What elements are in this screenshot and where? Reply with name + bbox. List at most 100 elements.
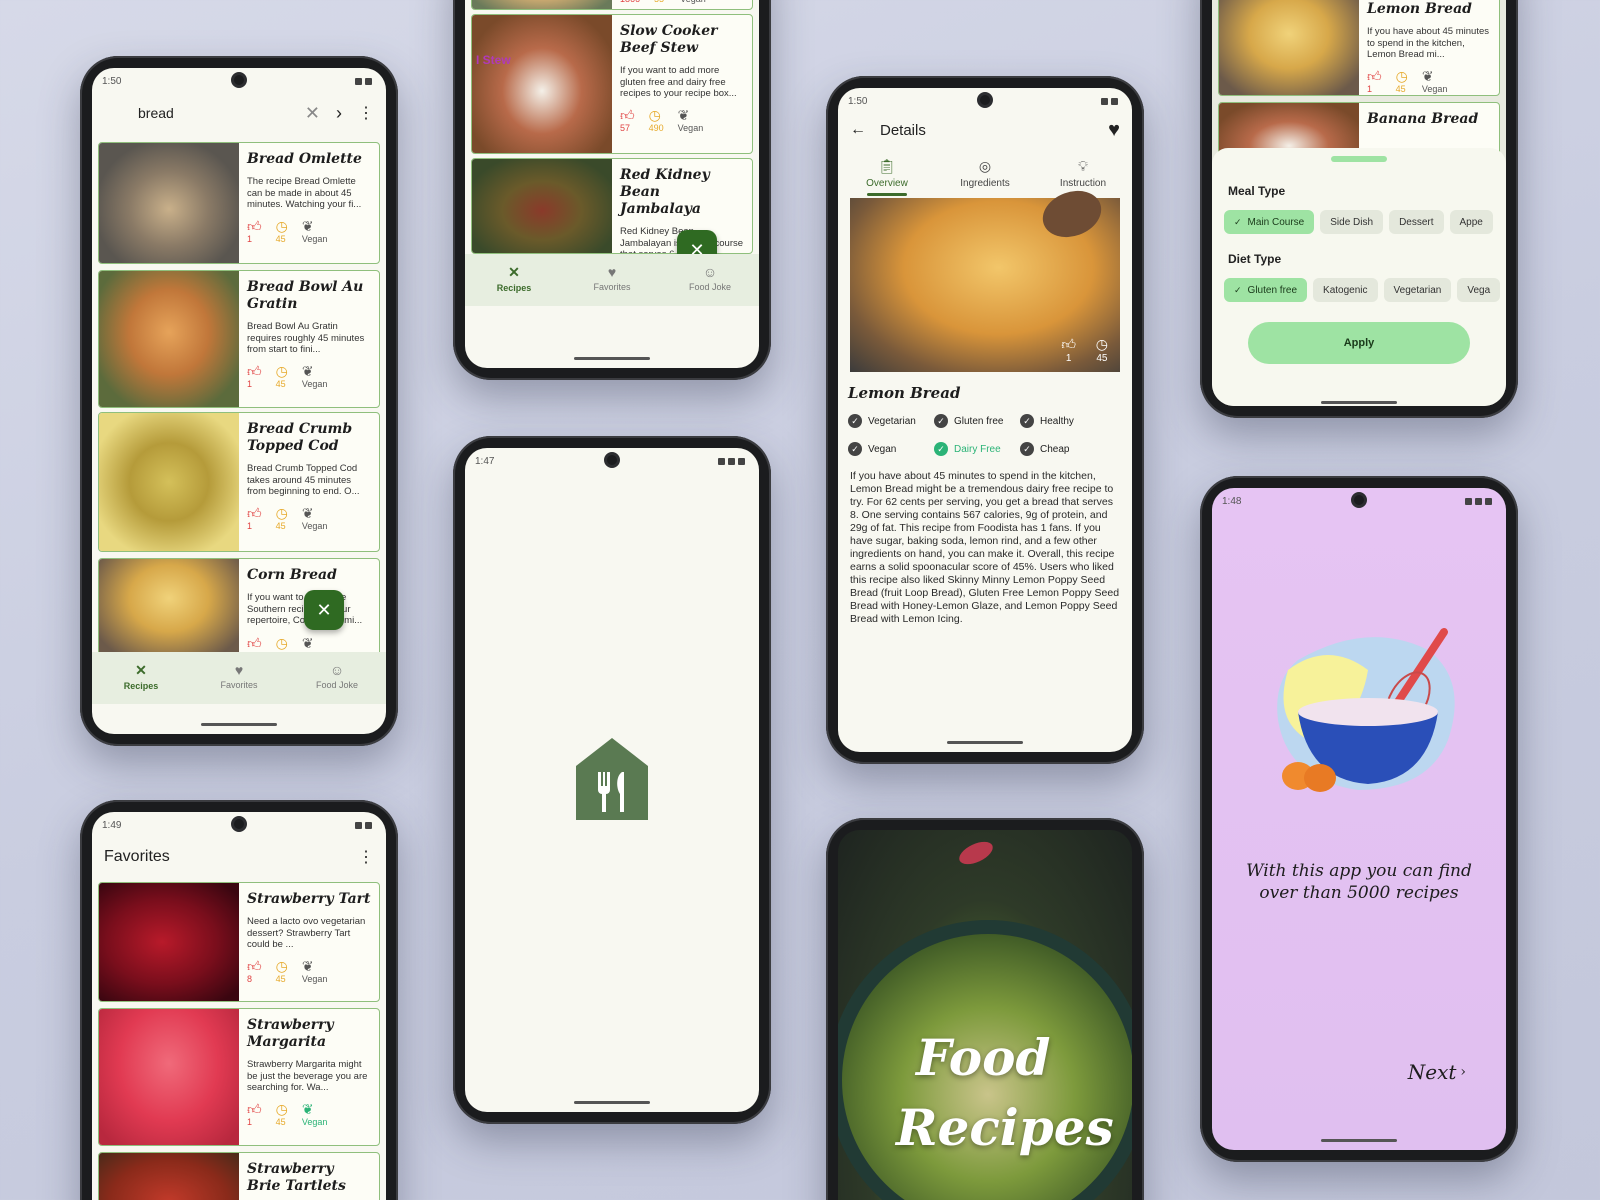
filter-screen: Lemon Bread If you have about 45 minutes … bbox=[1212, 0, 1506, 406]
utensils-icon: ✕ bbox=[508, 264, 520, 280]
next-button[interactable]: Next › bbox=[1408, 1060, 1466, 1084]
diet-tag: ✓ Gluten free bbox=[934, 414, 1020, 428]
recipe-summary: If you have about 45 minutes to spend in… bbox=[850, 470, 1120, 625]
more-vert-icon[interactable]: ⋮ bbox=[358, 103, 374, 123]
bottom-nav: ✕ Recipes ♥ Favorites ☺ Food Joke bbox=[92, 652, 386, 704]
heart-icon: ♥ bbox=[234, 662, 244, 678]
recipe-title: Bread Crumb Topped Cod bbox=[247, 421, 353, 454]
phone-search: 1:50 bread ✕ › ⋮ Bread Omlette The recipe… bbox=[80, 56, 398, 746]
gesture-bar bbox=[201, 723, 277, 726]
recipe-card[interactable]: Bread Bowl Au Gratin Bread Bowl Au Gratin… bbox=[98, 270, 380, 408]
app-logo-icon bbox=[576, 738, 648, 820]
check-circle-icon: ✓ bbox=[934, 414, 948, 428]
recipe-card[interactable]: Lemon Bread If you have about 45 minutes … bbox=[1218, 0, 1500, 96]
clock-icon: ◷ bbox=[275, 504, 288, 521]
diet-type-chips: ✓ Gluten free Katogenic Vegetarian Vega bbox=[1224, 278, 1506, 302]
filter-chip[interactable]: Vega bbox=[1457, 278, 1501, 302]
recipe-image bbox=[99, 883, 239, 1001]
time-stat: ◷ 45 bbox=[275, 217, 288, 244]
recipe-card[interactable]: I Stew Slow Cooker Beef Stew If you want t… bbox=[471, 14, 753, 154]
chevron-right-icon[interactable]: › bbox=[336, 103, 342, 124]
filter-chip[interactable]: ✓ Main Course bbox=[1224, 210, 1315, 234]
recipe-title: Lemon Bread bbox=[1367, 1, 1472, 17]
camera-cutout bbox=[1351, 492, 1367, 508]
recipe-image bbox=[472, 159, 612, 253]
filter-bottom-sheet: Meal Type ✓ Main Course Side Dish Dessert Ap… bbox=[1212, 148, 1506, 406]
time-stat: ◷ 45 bbox=[275, 957, 288, 984]
camera-cutout bbox=[231, 816, 247, 832]
search-input[interactable]: bread bbox=[138, 105, 289, 121]
likes-stat: 👍︎ 1 bbox=[1367, 67, 1382, 94]
leaf-icon: ❦ bbox=[301, 504, 314, 521]
filter-chip[interactable]: Side Dish bbox=[1320, 210, 1384, 234]
vegan-stat: ❦Vegan bbox=[301, 957, 328, 984]
recipe-description: Strawberry Margarita might be just the b… bbox=[247, 1059, 368, 1093]
recipe-title: Strawberry Tart bbox=[247, 891, 371, 907]
diet-tag: ✓ Vegetarian bbox=[848, 414, 934, 428]
like-icon: 👍︎ bbox=[247, 504, 262, 521]
likes-stat: 👍︎ 1 bbox=[247, 504, 262, 531]
filter-chip[interactable]: ✓ Gluten free bbox=[1224, 278, 1308, 302]
recipe-card[interactable]: Strawberry Margarita Strawberry Margarita… bbox=[98, 1008, 380, 1146]
recipe-card[interactable]: Strawberry Tart Need a lacto ovo vegetari… bbox=[98, 882, 380, 1002]
recipe-description: Bread Crumb Topped Cod takes around 45 m… bbox=[247, 463, 360, 497]
recipe-title: Lemon Bread bbox=[848, 384, 961, 402]
recipe-card[interactable]: Strawberry Brie Tartlets👍︎◷❦ bbox=[98, 1152, 380, 1200]
nav-food-joke[interactable]: ☺ Food Joke bbox=[661, 254, 759, 306]
gesture-bar bbox=[947, 741, 1023, 744]
search-screen: 1:50 bread ✕ › ⋮ Bread Omlette The recipe… bbox=[92, 68, 386, 734]
filter-chip[interactable]: Katogenic bbox=[1313, 278, 1378, 302]
recipe-title: Slow Cooker Beef Stew bbox=[620, 23, 718, 56]
gesture-bar bbox=[1321, 401, 1397, 404]
recipes-fab[interactable]: ✕ bbox=[304, 590, 344, 630]
phone-favorites: 1:49 Favorites ⋮ Strawberry Tart Need a l… bbox=[80, 800, 398, 1200]
check-circle-icon: ✓ bbox=[1020, 442, 1034, 456]
apply-button[interactable]: Apply bbox=[1248, 322, 1470, 364]
sheet-drag-handle[interactable] bbox=[1331, 156, 1387, 162]
back-arrow-icon[interactable]: ← bbox=[850, 121, 866, 139]
page-title: Favorites bbox=[104, 848, 170, 865]
leaf-icon: ❦ bbox=[301, 634, 314, 651]
favorite-heart-icon[interactable]: ♥ bbox=[1108, 119, 1120, 142]
recipe-card[interactable]: Bread Crumb Topped Cod Bread Crumb Topped… bbox=[98, 412, 380, 552]
recipe-card[interactable]: might be a good recipe to...👍︎1866◷55❦Ve… bbox=[471, 0, 753, 10]
food-recipes-screen: Food Recipes bbox=[838, 830, 1132, 1200]
filter-chip[interactable]: Appe bbox=[1449, 210, 1493, 234]
tab-ingredients[interactable]: ◎ Ingredients bbox=[936, 152, 1034, 196]
recipe-hero-image: 👍︎ 1 ◷ 45 bbox=[850, 183, 1120, 372]
nav-favorites[interactable]: ♥ Favorites bbox=[563, 254, 661, 306]
filter-chip[interactable]: Vegetarian bbox=[1383, 278, 1452, 302]
check-circle-icon: ✓ bbox=[934, 442, 948, 456]
leaf-icon: ❦ bbox=[301, 217, 314, 234]
bottom-nav: ✕ Recipes ♥ Favorites ☺ Food Joke bbox=[465, 254, 759, 306]
tab-instruction[interactable]: 💡︎ Instruction bbox=[1034, 152, 1132, 196]
phone-splash: 1:47 bbox=[453, 436, 771, 1124]
clear-icon[interactable]: ✕ bbox=[305, 103, 320, 124]
recipe-image bbox=[99, 413, 239, 551]
like-icon: 👍︎ bbox=[247, 1100, 262, 1117]
filter-chip[interactable]: Dessert bbox=[1389, 210, 1444, 234]
recipe-title: Bread Omlette bbox=[247, 151, 362, 167]
time-stat: ◷ 45 bbox=[1395, 67, 1408, 94]
vegan-stat: ❦Vegan bbox=[677, 106, 704, 133]
nav-recipes[interactable]: ✕ Recipes bbox=[465, 254, 563, 306]
likes-stat: 👍︎ 1 bbox=[247, 362, 262, 389]
recipe-card[interactable]: Bread Omlette The recipe Bread Omlette ca… bbox=[98, 142, 380, 264]
phone-filter: Lemon Bread If you have about 45 minutes … bbox=[1200, 0, 1518, 418]
nav-favorites[interactable]: ♥ Favorites bbox=[190, 652, 288, 704]
recipe-title: Strawberry Brie Tartlets bbox=[247, 1161, 346, 1194]
check-icon: ✓ bbox=[1234, 284, 1242, 295]
search-bar: bread ✕ › ⋮ bbox=[92, 90, 386, 136]
recipe-image bbox=[99, 1153, 239, 1200]
onboarding-text: With this app you can find over than 500… bbox=[1246, 861, 1472, 903]
likes-stat: 👍︎ 1 bbox=[247, 1100, 262, 1127]
gesture-bar bbox=[574, 357, 650, 360]
tab-overview[interactable]: 📋︎ Overview bbox=[838, 152, 936, 196]
splash-screen: 1:47 bbox=[465, 448, 759, 1112]
nav-food-joke[interactable]: ☺ Food Joke bbox=[288, 652, 386, 704]
meal-type-label: Meal Type bbox=[1228, 184, 1286, 198]
vegan-stat: ❦Vegan bbox=[1421, 67, 1448, 94]
nav-recipes[interactable]: ✕ Recipes bbox=[92, 652, 190, 704]
more-vert-icon[interactable]: ⋮ bbox=[358, 847, 374, 867]
clock-icon: ◷ bbox=[275, 957, 288, 974]
